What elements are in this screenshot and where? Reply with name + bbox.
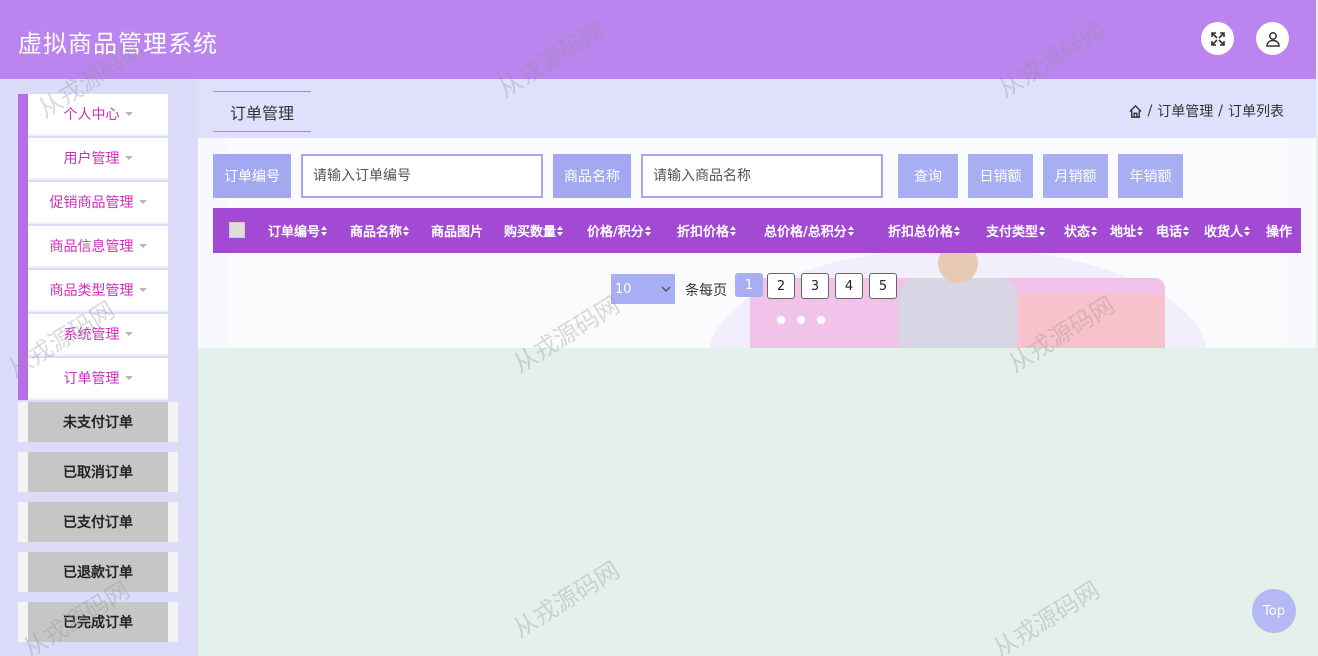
menu-goods-info[interactable]: 商品信息管理 bbox=[28, 226, 168, 268]
sort-icon[interactable] bbox=[644, 225, 652, 236]
watermark: 从戎源码网 bbox=[988, 575, 1105, 656]
column-header[interactable]: 支付类型 bbox=[986, 208, 1046, 253]
column-header[interactable]: 折扣总价格 bbox=[888, 208, 961, 253]
order-no-input[interactable] bbox=[301, 154, 543, 198]
page-button-5[interactable]: 5 bbox=[869, 273, 897, 299]
submenu-label: 未支付订单 bbox=[28, 402, 168, 442]
column-header[interactable]: 折扣价格 bbox=[677, 208, 737, 253]
sort-icon[interactable] bbox=[1244, 225, 1251, 236]
column-header[interactable]: 总价格/总积分 bbox=[764, 208, 855, 253]
daily-sales-button[interactable]: 日销额 bbox=[968, 154, 1033, 198]
page-tab-title: 订单管理 bbox=[213, 91, 311, 132]
column-header[interactable]: 电话 bbox=[1156, 208, 1190, 253]
order-table-header: 订单编号 商品名称 商品图片 购买数量 价格/积分 折扣价格 总价格/总积分 折… bbox=[213, 208, 1301, 253]
menu-label: 促销商品管理 bbox=[49, 195, 134, 211]
order-no-label: 订单编号 bbox=[213, 154, 291, 198]
submenu-cancelled-orders[interactable]: 已取消订单 bbox=[18, 452, 178, 492]
column-header: 操作 bbox=[1266, 225, 1293, 240]
menu-user-management[interactable]: 用户管理 bbox=[28, 138, 168, 180]
fullscreen-button[interactable] bbox=[1201, 22, 1234, 55]
caret-down-icon bbox=[124, 332, 133, 336]
breadcrumb: / 订单管理 / 订单列表 bbox=[1128, 101, 1284, 121]
top-header: 虚拟商品管理系统 bbox=[0, 0, 1316, 79]
submenu-refunded-orders[interactable]: 已退款订单 bbox=[18, 552, 178, 592]
chevron-down-icon bbox=[661, 286, 671, 293]
sort-icon[interactable] bbox=[321, 225, 328, 236]
page-button-1[interactable]: 1 bbox=[735, 273, 763, 297]
column-header[interactable]: 订单编号 bbox=[268, 208, 328, 253]
column-header[interactable]: 购买数量 bbox=[504, 208, 564, 253]
submenu-label: 已支付订单 bbox=[28, 502, 168, 542]
breadcrumb-separator: / bbox=[1218, 103, 1223, 119]
breadcrumb-item-order-list: 订单列表 bbox=[1228, 104, 1284, 120]
caret-down-icon bbox=[138, 288, 147, 292]
sort-icon[interactable] bbox=[1091, 225, 1098, 236]
select-all-checkbox[interactable] bbox=[229, 222, 245, 238]
goods-name-input[interactable] bbox=[641, 154, 883, 198]
sort-icon[interactable] bbox=[1137, 225, 1144, 236]
submenu-label: 已退款订单 bbox=[28, 552, 168, 592]
menu-order-management[interactable]: 订单管理 bbox=[28, 358, 168, 400]
menu-personal-center[interactable]: 个人中心 bbox=[28, 94, 168, 136]
submenu-label: 已取消订单 bbox=[28, 452, 168, 492]
column-header[interactable]: 价格/积分 bbox=[587, 208, 652, 253]
column-header: 商品图片 bbox=[431, 225, 484, 240]
column-header[interactable]: 状态 bbox=[1064, 208, 1098, 253]
breadcrumb-item-order-management[interactable]: 订单管理 bbox=[1157, 101, 1213, 121]
per-page-label: 条每页 bbox=[685, 283, 727, 299]
submenu-paid-orders[interactable]: 已支付订单 bbox=[18, 502, 178, 542]
page-button-2[interactable]: 2 bbox=[767, 273, 795, 299]
menu-label: 系统管理 bbox=[63, 327, 120, 343]
user-button[interactable] bbox=[1256, 22, 1289, 55]
sort-icon[interactable] bbox=[847, 225, 855, 236]
sort-icon[interactable] bbox=[954, 225, 961, 236]
sort-icon[interactable] bbox=[403, 225, 410, 236]
page-button-3[interactable]: 3 bbox=[801, 273, 829, 299]
page-size-value: 10 bbox=[615, 281, 632, 297]
expand-icon bbox=[1210, 31, 1225, 46]
app-title: 虚拟商品管理系统 bbox=[18, 30, 218, 58]
sort-icon[interactable] bbox=[557, 225, 564, 236]
menu-label: 商品类型管理 bbox=[49, 283, 134, 299]
page-button-4[interactable]: 4 bbox=[835, 273, 863, 299]
home-icon[interactable] bbox=[1128, 104, 1143, 119]
menu-label: 订单管理 bbox=[63, 371, 120, 387]
menu-promo-goods[interactable]: 促销商品管理 bbox=[28, 182, 168, 224]
submenu-completed-orders[interactable]: 已完成订单 bbox=[18, 602, 178, 642]
page-size-select[interactable]: 10 bbox=[611, 274, 675, 304]
goods-name-label: 商品名称 bbox=[553, 154, 631, 198]
query-button[interactable]: 查询 bbox=[898, 154, 958, 198]
sort-icon[interactable] bbox=[730, 225, 737, 236]
menu-label: 个人中心 bbox=[63, 107, 120, 123]
sort-icon[interactable] bbox=[1039, 225, 1046, 236]
menu-label: 用户管理 bbox=[63, 151, 120, 167]
caret-down-icon bbox=[124, 156, 133, 160]
menu-goods-type[interactable]: 商品类型管理 bbox=[28, 270, 168, 312]
caret-down-icon bbox=[124, 112, 133, 116]
caret-down-icon bbox=[138, 244, 147, 248]
sort-icon[interactable] bbox=[1183, 225, 1190, 236]
submenu-label: 已完成订单 bbox=[28, 602, 168, 642]
monthly-sales-button[interactable]: 月销额 bbox=[1043, 154, 1108, 198]
user-icon bbox=[1265, 31, 1280, 47]
menu-label: 商品信息管理 bbox=[49, 239, 134, 255]
submenu-unpaid-orders[interactable]: 未支付订单 bbox=[18, 402, 178, 442]
column-header[interactable]: 地址 bbox=[1110, 208, 1144, 253]
breadcrumb-separator: / bbox=[1147, 103, 1153, 119]
menu-system[interactable]: 系统管理 bbox=[28, 314, 168, 356]
sidebar-accent-bar bbox=[18, 94, 28, 400]
column-header[interactable]: 收货人 bbox=[1204, 208, 1251, 253]
back-to-top-button[interactable]: Top bbox=[1252, 589, 1296, 633]
caret-down-icon bbox=[124, 376, 133, 380]
caret-down-icon bbox=[138, 200, 147, 204]
yearly-sales-button[interactable]: 年销额 bbox=[1118, 154, 1183, 198]
watermark: 从戎源码网 bbox=[508, 555, 625, 644]
column-header[interactable]: 商品名称 bbox=[350, 208, 410, 253]
